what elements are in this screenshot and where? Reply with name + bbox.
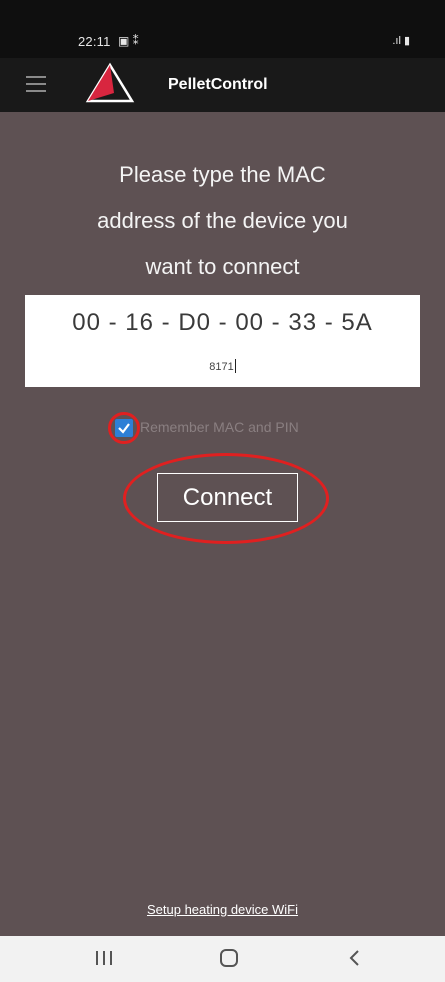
instruction-line-2: address of the device you — [97, 208, 348, 233]
setup-wifi-link[interactable]: Setup heating device WiFi — [0, 902, 445, 917]
signal-battery-icons: .ıl ▮ — [392, 35, 410, 47]
instruction-text: Please type the MAC address of the devic… — [0, 152, 445, 290]
hamburger-menu-icon[interactable] — [26, 71, 46, 97]
instruction-line-3: want to connect — [145, 254, 300, 279]
checkmark-icon — [118, 423, 130, 434]
pin-field[interactable]: 8171 — [25, 359, 420, 373]
text-cursor — [234, 359, 236, 373]
mac-address-field[interactable]: 00 - 16 - D0 - 00 - 33 - 5A — [25, 309, 420, 337]
app-bar: PelletControl — [0, 58, 445, 112]
instruction-line-1: Please type the MAC — [119, 162, 326, 187]
app-title: PelletControl — [168, 76, 268, 93]
phone-screen: 22:11 ▣ ⁑ .ıl ▮ PelletControl Please typ… — [0, 0, 445, 982]
back-icon[interactable] — [345, 948, 365, 968]
pellet-triangle-logo-icon — [85, 62, 135, 103]
connect-button[interactable]: Connect — [157, 473, 298, 522]
status-bar: 22:11 ▣ ⁑ .ıl ▮ — [0, 0, 445, 58]
pin-value: 8171 — [209, 361, 234, 373]
status-time: 22:11 — [78, 34, 111, 49]
home-icon[interactable] — [220, 949, 238, 967]
system-nav-bar — [0, 936, 445, 982]
notification-icons: ▣ ⁑ — [118, 34, 139, 48]
remember-checkbox[interactable] — [115, 419, 133, 437]
remember-label: Remember MAC and PIN — [140, 419, 299, 435]
recent-apps-icon[interactable] — [95, 951, 113, 967]
mac-input-box[interactable]: 00 - 16 - D0 - 00 - 33 - 5A 8171 — [25, 295, 420, 387]
